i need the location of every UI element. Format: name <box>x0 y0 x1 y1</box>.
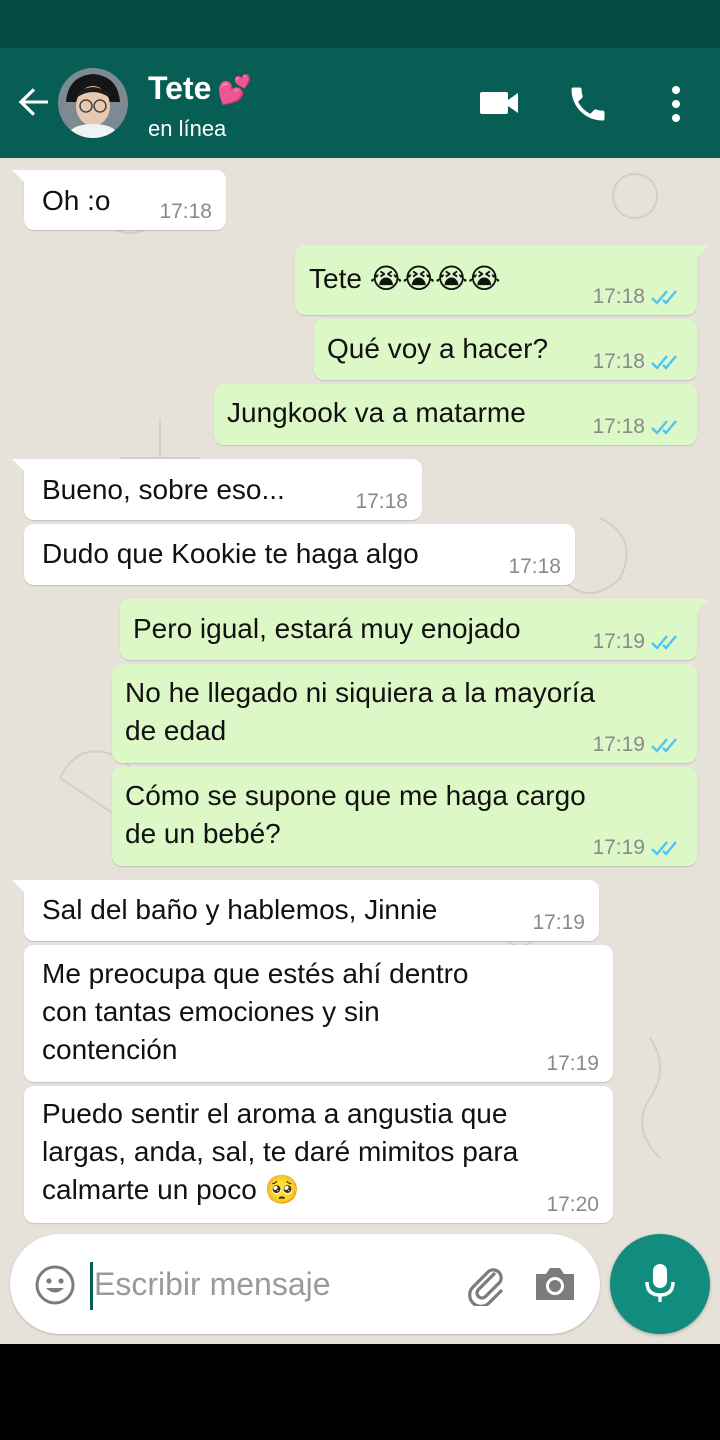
message-bubble-incoming[interactable]: Oh :o 17:18 <box>12 170 226 230</box>
smiley-icon <box>35 1265 75 1305</box>
message-meta: 17:18 <box>592 350 683 374</box>
message-bubble-incoming[interactable]: Bueno, sobre eso... 17:18 <box>12 459 422 520</box>
paperclip-icon <box>468 1268 503 1308</box>
bubble-tail <box>691 245 709 263</box>
phone-icon <box>571 87 605 121</box>
message-time: 17:19 <box>592 733 645 756</box>
bubble-tail <box>12 880 30 898</box>
contact-status: en línea <box>148 116 227 141</box>
message-meta: 17:19 <box>592 836 683 860</box>
message-bubble-outgoing[interactable]: Tete 😭😭😭😭 17:18 <box>295 245 709 315</box>
message-bubble-outgoing[interactable]: Qué voy a hacer? 17:18 <box>314 319 697 380</box>
video-call-button[interactable] <box>478 88 522 118</box>
message-meta: 17:18 <box>592 285 683 309</box>
message-bubble-outgoing[interactable]: Jungkook va a matarme 17:18 <box>214 384 697 445</box>
contact-name-text: Tete <box>148 70 212 106</box>
message-time: 17:18 <box>508 555 561 578</box>
message-composer[interactable]: Escribir mensaje <box>10 1234 600 1334</box>
message-time: 17:18 <box>592 350 645 373</box>
message-bubble-incoming[interactable]: Me preocupa que estés ahí dentro con tan… <box>24 945 613 1082</box>
message-time: 17:20 <box>546 1193 599 1216</box>
camera-icon <box>536 1268 574 1300</box>
bubble-tail <box>12 170 30 188</box>
message-meta: 17:19 <box>592 733 683 757</box>
message-bubble-outgoing[interactable]: Cómo se supone que me haga cargo de un b… <box>112 767 697 866</box>
message-meta: 17:19 <box>592 630 683 654</box>
read-ticks-icon <box>651 420 677 436</box>
message-time: 17:18 <box>159 200 212 223</box>
message-time: 17:18 <box>355 490 408 513</box>
message-text: Me preocupa que estés ahí dentro con tan… <box>42 958 469 1065</box>
message-list[interactable]: Oh :o 17:18 Tete 😭😭😭😭 17:18 Qué voy a ha… <box>0 158 720 1344</box>
message-input-placeholder[interactable]: Escribir mensaje <box>94 1266 331 1303</box>
attach-button[interactable] <box>464 1262 508 1308</box>
read-ticks-icon <box>651 635 677 651</box>
system-navigation-bar <box>0 1344 720 1440</box>
chat-header: Tete 💕 en línea <box>0 48 720 158</box>
message-bubble-incoming[interactable]: Sal del baño y hablemos, Jinnie 17:19 <box>12 880 599 941</box>
read-ticks-icon <box>651 355 677 371</box>
microphone-icon <box>645 1264 675 1302</box>
message-time: 17:19 <box>592 836 645 859</box>
camera-button[interactable] <box>532 1264 578 1304</box>
read-ticks-icon <box>651 841 677 857</box>
bubble-tail <box>691 599 709 617</box>
voice-message-button[interactable] <box>610 1234 710 1334</box>
more-vert-icon <box>672 86 680 122</box>
message-text: Puedo sentir el aroma a angustia que lar… <box>42 1098 519 1205</box>
more-options-button[interactable] <box>660 82 692 126</box>
message-text: Sal del baño y hablemos, Jinnie <box>42 894 438 925</box>
contact-avatar[interactable] <box>58 68 128 138</box>
message-bubble-incoming[interactable]: Puedo sentir el aroma a angustia que lar… <box>24 1086 613 1223</box>
message-text: Dudo que Kookie te haga algo <box>42 538 419 569</box>
message-bubble-outgoing[interactable]: Pero igual, estará muy enojado 17:19 <box>120 599 709 660</box>
message-time: 17:18 <box>592 415 645 438</box>
message-time: 17:19 <box>592 630 645 653</box>
back-button[interactable] <box>14 82 54 122</box>
read-ticks-icon <box>651 738 677 754</box>
video-camera-icon <box>480 92 518 114</box>
message-bubble-outgoing[interactable]: No he llegado ni siquiera a la mayoría d… <box>112 664 697 763</box>
arrow-left-icon <box>18 88 48 116</box>
message-time: 17:19 <box>532 911 585 934</box>
status-bar <box>0 0 720 48</box>
read-ticks-icon <box>651 290 677 306</box>
emoji-button[interactable] <box>34 1264 76 1306</box>
bubble-tail <box>12 459 30 477</box>
contact-name[interactable]: Tete 💕 <box>148 70 252 107</box>
message-time: 17:18 <box>592 285 645 308</box>
two-hearts-emoji: 💕 <box>217 74 253 105</box>
message-bubble-incoming[interactable]: Dudo que Kookie te haga algo 17:18 <box>24 524 575 585</box>
message-meta: 17:18 <box>592 415 683 439</box>
voice-call-button[interactable] <box>566 82 610 126</box>
text-cursor <box>90 1262 93 1310</box>
message-time: 17:19 <box>546 1052 599 1075</box>
